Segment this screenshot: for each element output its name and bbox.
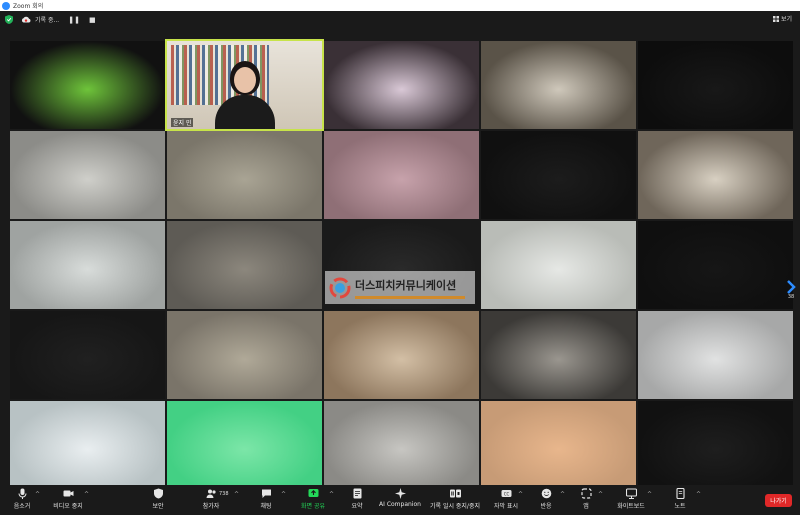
participant-tile[interactable] [10, 131, 165, 219]
summary-document-icon [353, 488, 361, 499]
participant-tile[interactable] [324, 41, 479, 129]
security-button[interactable]: 보안 [128, 488, 188, 510]
encryption-shield-icon[interactable] [5, 15, 13, 24]
participant-tile[interactable] [167, 131, 322, 219]
ai-companion-button[interactable]: AI Companion [370, 488, 430, 508]
participant-tile[interactable] [481, 41, 636, 129]
security-shield-icon [153, 488, 163, 499]
participant-tile[interactable] [10, 41, 165, 129]
participant-tile[interactable] [638, 311, 793, 399]
participant-tile[interactable] [10, 221, 165, 309]
apps-icon [580, 488, 592, 499]
summary-label: 요약 [351, 503, 363, 510]
participant-tile[interactable] [638, 401, 793, 489]
grid-view-icon [772, 15, 779, 22]
participant-tile[interactable] [167, 221, 322, 309]
participants-button[interactable]: 참가자 [181, 488, 241, 510]
participant-tile[interactable] [167, 311, 322, 399]
cloud-record-icon [21, 16, 31, 23]
window-titlebar: Zoom 회의 [0, 0, 800, 11]
zoom-logo-icon [2, 1, 10, 10]
participant-tile[interactable] [481, 311, 636, 399]
recording-status: 기록 중... ❚❚ ■ [21, 15, 96, 24]
smiley-icon [541, 488, 551, 499]
participant-tile[interactable] [638, 221, 793, 309]
participant-tile[interactable] [638, 131, 793, 219]
watermark-underline [355, 295, 465, 299]
recording-label: 기록 중... [35, 17, 60, 24]
stop-recording-button[interactable]: ■ [89, 16, 96, 24]
video-camera-icon [63, 490, 73, 497]
window-title: Zoom 회의 [13, 3, 44, 10]
closed-captions-icon: CC [501, 490, 511, 497]
security-label: 보안 [152, 503, 164, 510]
pause-stop-record-icon [449, 489, 461, 498]
notes-icon [675, 488, 685, 499]
participant-tile[interactable] [481, 401, 636, 489]
share-screen-label: 화면 공유 [301, 503, 325, 510]
speaker-person [215, 61, 275, 129]
view-button[interactable]: 보기 [772, 14, 792, 23]
participants-count: 738 [219, 491, 229, 497]
participant-tile[interactable] [324, 401, 479, 489]
mute-label: 음소거 [13, 503, 31, 510]
participant-tile[interactable] [638, 41, 793, 129]
video-options-caret[interactable]: ^ [84, 491, 89, 498]
whiteboard-icon [625, 488, 637, 499]
captions-label: 자막 표시 [494, 503, 518, 510]
reactions-label: 반응 [540, 503, 552, 510]
active-speaker-tile[interactable]: 윤지 민 [165, 39, 324, 131]
chat-label: 채팅 [260, 503, 272, 510]
notes-label: 노트 [674, 503, 686, 510]
participants-label: 참가자 [202, 503, 220, 510]
watermark-overlay: 더스피치커뮤니케이션 [325, 271, 475, 304]
chat-bubble-icon [261, 489, 271, 498]
gallery-view: 윤지 민 더스피치커뮤니케이션 38 [0, 28, 800, 489]
page-count: 38 [787, 294, 795, 300]
participants-icon [206, 489, 216, 498]
whiteboard-label: 화이트보드 [617, 503, 645, 510]
participant-tile[interactable] [481, 131, 636, 219]
pause-recording-button[interactable]: ❚❚ [68, 16, 80, 24]
participant-tile[interactable] [324, 131, 479, 219]
apps-label: 앱 [583, 503, 589, 510]
microphone-icon [18, 488, 26, 499]
meeting-topbar: 기록 중... ❚❚ ■ 보기 [0, 11, 800, 28]
notes-options-caret[interactable]: ^ [696, 491, 701, 498]
participant-tile[interactable] [324, 311, 479, 399]
next-page-button[interactable]: 38 [784, 280, 798, 310]
meeting-toolbar: 음소거 ^ 비디오 중지 ^ 보안 참가자 738 ^ 채팅 ^ 화면 공유 ^… [0, 485, 800, 515]
stop-video-label: 비디오 중지 [53, 503, 83, 510]
watermark-logo-icon [329, 277, 351, 298]
chevron-right-icon [787, 280, 796, 294]
record-control-label: 기록 일시 중지/중지 [430, 503, 480, 510]
view-label: 보기 [780, 16, 792, 23]
participant-tile[interactable] [10, 401, 165, 489]
ai-companion-label: AI Companion [379, 501, 421, 508]
svg-text:CC: CC [503, 491, 509, 496]
leave-meeting-button[interactable]: 나가기 [765, 494, 792, 507]
participant-name: 윤지 민 [171, 118, 194, 127]
participant-tile[interactable] [10, 311, 165, 399]
share-screen-icon [308, 489, 318, 497]
watermark-text: 더스피치커뮤니케이션 [355, 278, 457, 292]
participant-tile[interactable] [167, 401, 322, 489]
sparkle-icon [394, 488, 406, 499]
participant-tile[interactable] [481, 221, 636, 309]
